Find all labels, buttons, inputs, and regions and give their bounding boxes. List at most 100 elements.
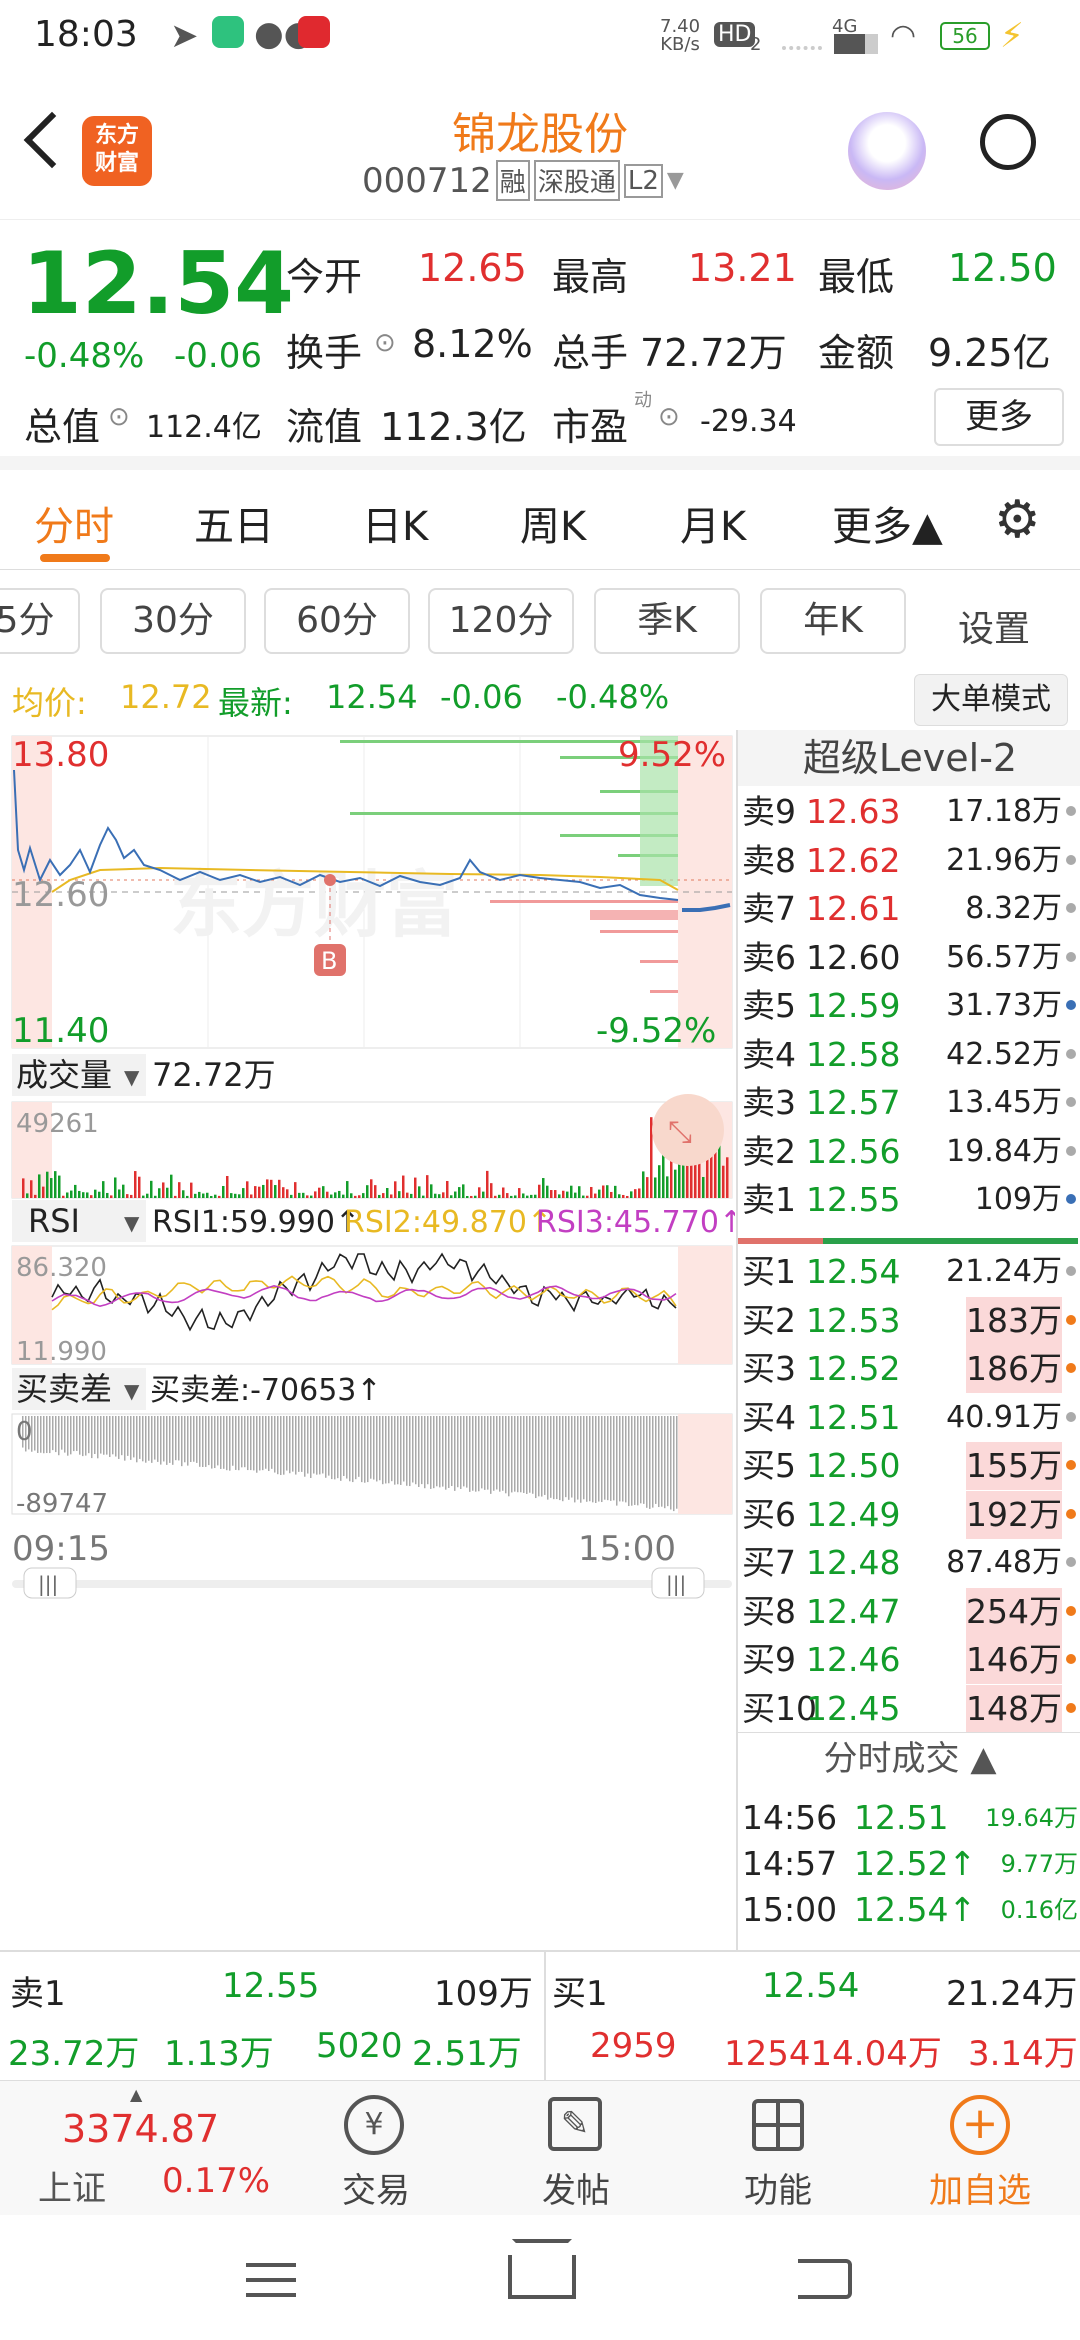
ask-row[interactable]: 卖6 12.60 56.57万 — [738, 934, 1080, 982]
volume-bar — [334, 1192, 337, 1198]
bid-row[interactable]: 买2 12.53 183万 — [738, 1296, 1080, 1345]
bid-volume: 186万 — [966, 1345, 1062, 1393]
diff-bar — [526, 1416, 528, 1494]
volume-bar — [178, 1182, 181, 1198]
bid-row[interactable]: 买1 12.54 21.24万 — [738, 1248, 1080, 1296]
tab-more[interactable]: 更多▲ — [832, 494, 943, 552]
period-quarter-k[interactable]: 季K — [594, 588, 740, 654]
diff-bar — [529, 1416, 531, 1493]
settings-gear-icon[interactable]: ⚙ — [994, 494, 1041, 546]
level2-title[interactable]: 超级Level-2 — [738, 730, 1080, 786]
bid-level: 买7 — [742, 1543, 796, 1582]
bid-row[interactable]: 买3 12.52 186万 — [738, 1345, 1080, 1393]
tab-weekly-k[interactable]: 周K — [520, 494, 586, 552]
back-nav-icon[interactable] — [798, 2259, 852, 2299]
info-icon[interactable]: ⊙ — [658, 402, 680, 432]
nav-function[interactable]: 功能 — [708, 2081, 848, 2216]
sell1-price: 12.55 — [222, 1966, 320, 2006]
stock-code-row[interactable]: 000712 融 深股通 L2 ▼ — [362, 160, 684, 201]
diff-bar — [448, 1416, 450, 1488]
volume-bar — [722, 1165, 725, 1198]
volume-bar — [522, 1193, 525, 1198]
bid-row[interactable]: 买9 12.46 146万 — [738, 1636, 1080, 1684]
volume-bar — [46, 1171, 49, 1198]
volume-bar — [22, 1178, 25, 1198]
diff-bar — [142, 1416, 144, 1462]
volume-bar — [230, 1193, 233, 1198]
bid-row[interactable]: 买7 12.48 87.48万 — [738, 1539, 1080, 1587]
price-axis-low: 11.40 — [12, 1011, 109, 1051]
net-speed-unit: KB/s — [660, 34, 700, 55]
ticks-toggle[interactable]: 分时成交 ▲ — [738, 1732, 1080, 1784]
index-ticker[interactable]: ▲ 3374.87 上证 0.17% — [0, 2081, 270, 2216]
bid-row[interactable]: 买10 12.45 148万 — [738, 1684, 1080, 1733]
period-settings[interactable]: 设置 — [958, 600, 1030, 652]
time-end: 15:00 — [578, 1529, 676, 1569]
bid-row[interactable]: 买8 12.47 254万 — [738, 1587, 1080, 1636]
tab-intraday[interactable]: 分时 — [34, 494, 114, 552]
volume-bar — [314, 1191, 317, 1198]
diff-bar — [49, 1416, 51, 1454]
ask-row[interactable]: 卖9 12.63 17.18万 — [738, 788, 1080, 836]
tab-monthly-k[interactable]: 月K — [680, 494, 746, 552]
chart-scrollbar-track[interactable] — [12, 1580, 732, 1588]
diff-bar — [199, 1416, 201, 1467]
diff-bar — [304, 1416, 306, 1477]
bid-row[interactable]: 买5 12.50 155万 — [738, 1442, 1080, 1490]
diff-bar — [433, 1416, 435, 1489]
volume-bar — [470, 1195, 473, 1198]
bid-row[interactable]: 买6 12.49 192万 — [738, 1490, 1080, 1539]
search-icon[interactable] — [980, 114, 1036, 170]
bid-row[interactable]: 买4 12.51 40.91万 — [738, 1394, 1080, 1442]
ask-row[interactable]: 卖7 12.61 8.32万 — [738, 885, 1080, 933]
big-order-mode-button[interactable]: 大单模式 — [914, 674, 1068, 726]
nav-trade[interactable]: ¥ 交易 — [306, 2081, 446, 2216]
ask-dot — [1066, 806, 1076, 816]
more-button[interactable]: 更多 — [934, 388, 1064, 446]
ask-row[interactable]: 卖2 12.56 19.84万 — [738, 1128, 1080, 1176]
ask-row[interactable]: 卖4 12.58 42.52万 — [738, 1031, 1080, 1079]
volume-bar — [446, 1180, 449, 1198]
period-year-k[interactable]: 年K — [760, 588, 906, 654]
ask-row[interactable]: 卖3 12.57 13.45万 — [738, 1079, 1080, 1127]
diff-bar — [310, 1416, 312, 1478]
volume-bar — [102, 1181, 105, 1198]
period-selector: 5分 30分 60分 120分 季K 年K 设置 — [0, 570, 1080, 670]
nav-post[interactable]: ✎ 发帖 — [506, 2081, 646, 2216]
period-60min[interactable]: 60分 — [264, 588, 410, 654]
ask-price: 12.58 — [806, 1034, 901, 1074]
diff-bar — [316, 1416, 318, 1475]
ask-row[interactable]: 卖8 12.62 21.96万 — [738, 837, 1080, 885]
info-icon[interactable]: ⊙ — [374, 328, 396, 358]
volume-bar — [374, 1185, 377, 1198]
ask-row[interactable]: 卖5 12.59 31.73万 — [738, 982, 1080, 1030]
period-5min[interactable]: 5分 — [0, 588, 80, 654]
period-30min[interactable]: 30分 — [100, 588, 246, 654]
diff-bar — [601, 1416, 603, 1503]
diff-label[interactable]: 买卖差 — [16, 1370, 112, 1408]
vol-label[interactable]: 成交量 — [16, 1056, 112, 1094]
tab-daily-k[interactable]: 日K — [362, 494, 428, 552]
diff-bar — [61, 1416, 63, 1450]
diff-bar — [640, 1416, 642, 1504]
rsi-label[interactable]: RSI — [28, 1202, 80, 1240]
summary-stat: 1.13万 — [164, 2034, 274, 2074]
menu-icon[interactable] — [246, 2263, 296, 2297]
ask-row[interactable]: 卖1 12.55 109万 — [738, 1176, 1080, 1224]
depth-bar — [640, 960, 678, 963]
nav-add-watchlist[interactable]: + 加自选 — [910, 2081, 1050, 2216]
robot-assistant-icon[interactable] — [848, 112, 926, 190]
rsi-dropdown-icon[interactable]: ▼ — [124, 1211, 140, 1235]
diff-bar — [145, 1416, 147, 1463]
vol-dropdown-icon[interactable]: ▼ — [124, 1065, 140, 1089]
info-icon[interactable]: ⊙ — [108, 402, 130, 432]
tab-active-indicator — [40, 554, 110, 562]
current-price: 12.54 — [22, 234, 295, 334]
diff-dropdown-icon[interactable]: ▼ — [124, 1379, 140, 1403]
tab-five-day[interactable]: 五日 — [194, 494, 274, 552]
intraday-chart[interactable]: 东方财富 B 13.80 12.60 11.40 9.52% -9.52% 成交… — [0, 730, 744, 1950]
diff-bar — [85, 1416, 87, 1456]
volume-bar — [146, 1193, 149, 1198]
expand-icon[interactable]: ⤡ — [668, 1115, 692, 1150]
period-120min[interactable]: 120分 — [428, 588, 574, 654]
